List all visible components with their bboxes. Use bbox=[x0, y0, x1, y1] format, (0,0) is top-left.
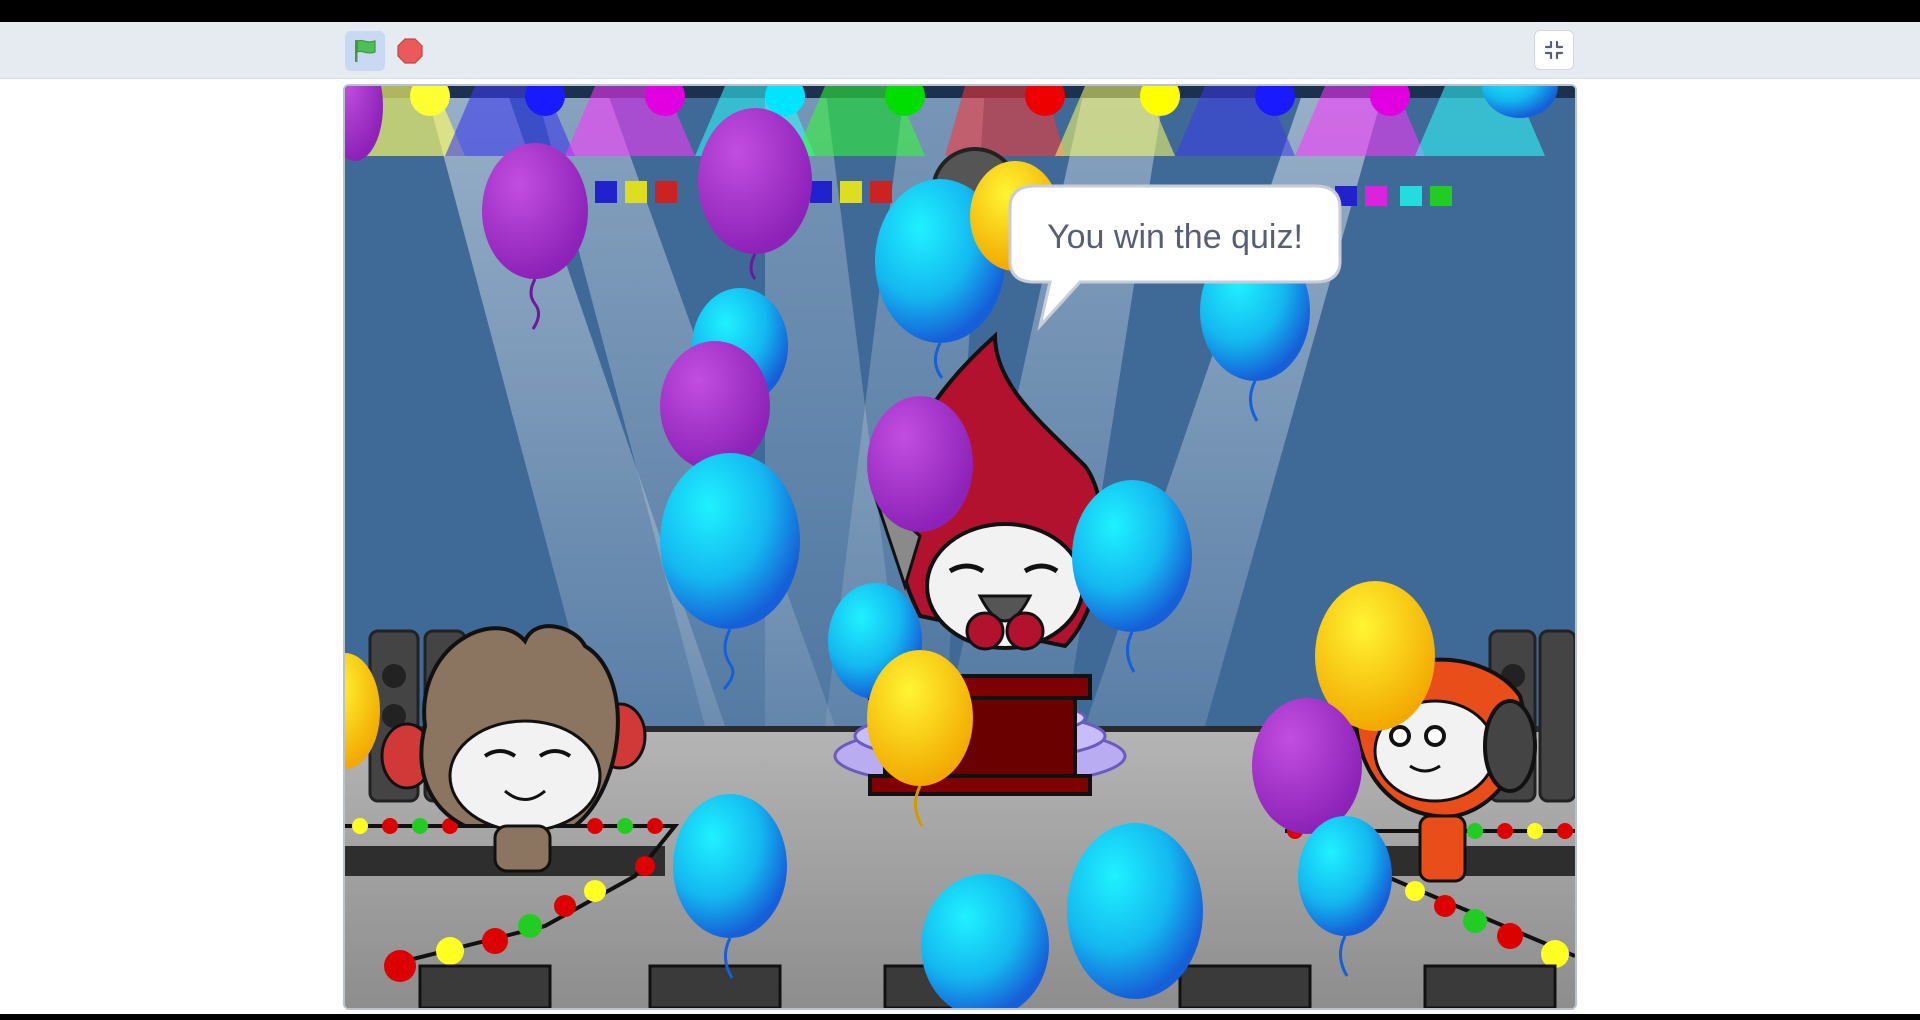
stop-button[interactable] bbox=[390, 31, 430, 71]
speech-bubble-text: You win the quiz! bbox=[1047, 218, 1303, 256]
exit-fullscreen-icon bbox=[1544, 40, 1564, 60]
green-flag-button[interactable] bbox=[345, 31, 385, 71]
stage-toolbar bbox=[0, 22, 1920, 79]
window-bottom-strip bbox=[0, 1014, 1920, 1020]
exit-fullscreen-button[interactable] bbox=[1534, 30, 1574, 70]
party-scene: You win the quiz! bbox=[345, 86, 1575, 1008]
green-flag-icon bbox=[355, 39, 376, 62]
window-top-strip bbox=[0, 0, 1920, 22]
stop-sign-icon bbox=[397, 38, 423, 64]
stage-canvas[interactable]: You win the quiz! bbox=[343, 84, 1577, 1010]
